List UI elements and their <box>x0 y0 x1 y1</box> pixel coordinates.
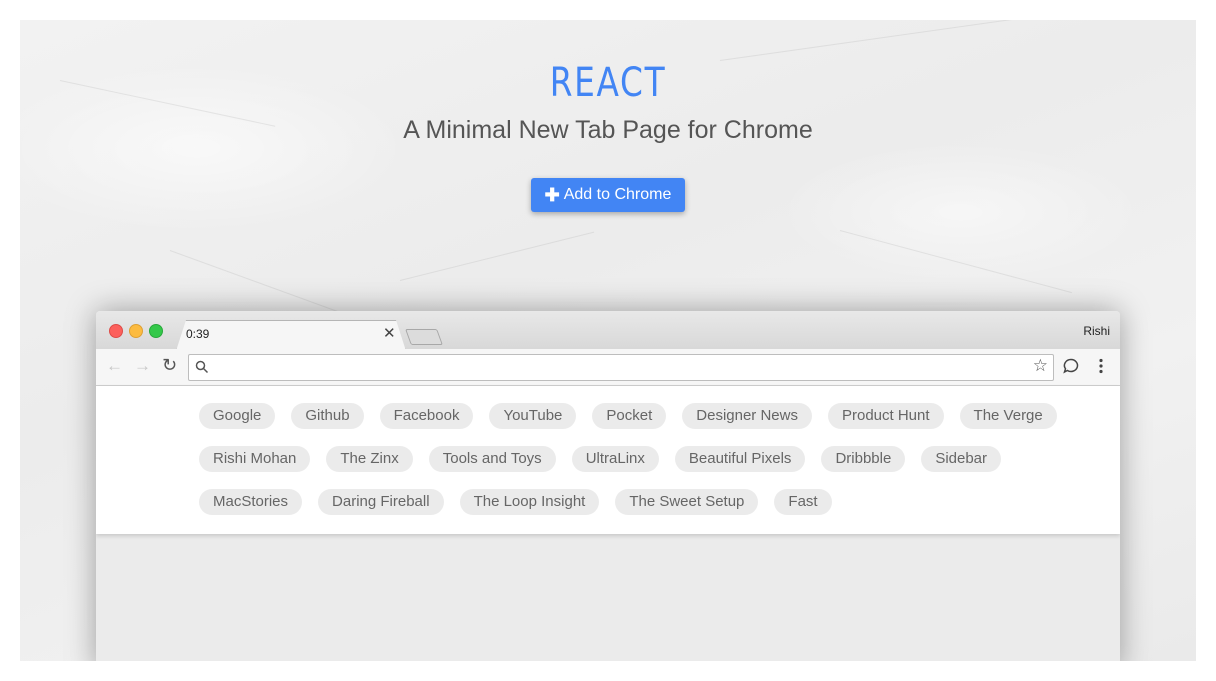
page-subtitle: A Minimal New Tab Page for Chrome <box>403 116 813 144</box>
link-chip[interactable]: Sidebar <box>921 446 1002 472</box>
close-window-button[interactable] <box>109 324 123 338</box>
star-icon[interactable]: ☆ <box>1033 356 1048 376</box>
page-title: REACT <box>549 60 667 106</box>
browser-titlebar: 0:39 ✕ Rishi <box>96 311 1120 350</box>
link-chip[interactable]: Facebook <box>379 403 474 429</box>
reload-icon[interactable]: ↻ <box>162 355 177 376</box>
new-tab-content: Google Github Facebook YouTube Pocket De… <box>96 386 1120 534</box>
browser-toolbar: ← → ↻ ☆ <box>96 349 1120 386</box>
add-to-chrome-label: Add to Chrome <box>563 186 672 203</box>
maximize-window-button[interactable] <box>149 324 163 338</box>
link-chip[interactable]: Beautiful Pixels <box>674 446 806 472</box>
add-to-chrome-button[interactable]: ✚ Add to Chrome <box>531 178 685 212</box>
link-chip[interactable]: The Verge <box>959 403 1057 429</box>
marble-background: REACT A Minimal New Tab Page for Chrome … <box>20 20 1196 661</box>
link-chip[interactable]: Designer News <box>682 403 812 429</box>
profile-name[interactable]: Rishi <box>1083 324 1110 338</box>
link-chip[interactable]: Daring Fireball <box>318 489 444 515</box>
link-chip[interactable]: Dribbble <box>821 446 906 472</box>
plus-icon: ✚ <box>544 184 560 205</box>
link-chip[interactable]: The Loop Insight <box>459 489 600 515</box>
link-chip[interactable]: The Sweet Setup <box>615 489 759 515</box>
address-input[interactable] <box>213 355 1023 380</box>
forward-arrow-icon[interactable]: → <box>134 356 151 376</box>
browser-window-mockup: 0:39 ✕ Rishi ← → ↻ ☆ Google Github Faceb… <box>96 311 1120 661</box>
link-chip[interactable]: UltraLinx <box>571 446 659 472</box>
link-chip[interactable]: The Zinx <box>326 446 413 472</box>
browser-tab[interactable] <box>176 320 406 351</box>
bookmark-links: Google Github Facebook YouTube Pocket De… <box>199 403 1119 515</box>
kebab-menu-icon[interactable] <box>1092 357 1110 375</box>
tab-title: 0:39 <box>186 327 210 341</box>
omnibox[interactable]: ☆ <box>188 354 1054 381</box>
close-icon[interactable]: ✕ <box>383 324 396 342</box>
chat-bubble-icon[interactable] <box>1062 357 1080 375</box>
link-chip[interactable]: Fast <box>774 489 832 515</box>
new-tab-button[interactable] <box>405 329 443 345</box>
link-chip[interactable]: MacStories <box>199 489 303 515</box>
link-chip[interactable]: YouTube <box>489 403 577 429</box>
link-chip[interactable]: Rishi Mohan <box>199 446 311 472</box>
link-chip[interactable]: Pocket <box>592 403 667 429</box>
link-chip[interactable]: Tools and Toys <box>428 446 556 472</box>
back-arrow-icon[interactable]: ← <box>106 356 123 376</box>
link-chip[interactable]: Product Hunt <box>827 403 944 429</box>
minimize-window-button[interactable] <box>129 324 143 338</box>
link-chip[interactable]: Github <box>291 403 364 429</box>
search-icon <box>195 360 209 374</box>
link-chip[interactable]: Google <box>199 403 276 429</box>
